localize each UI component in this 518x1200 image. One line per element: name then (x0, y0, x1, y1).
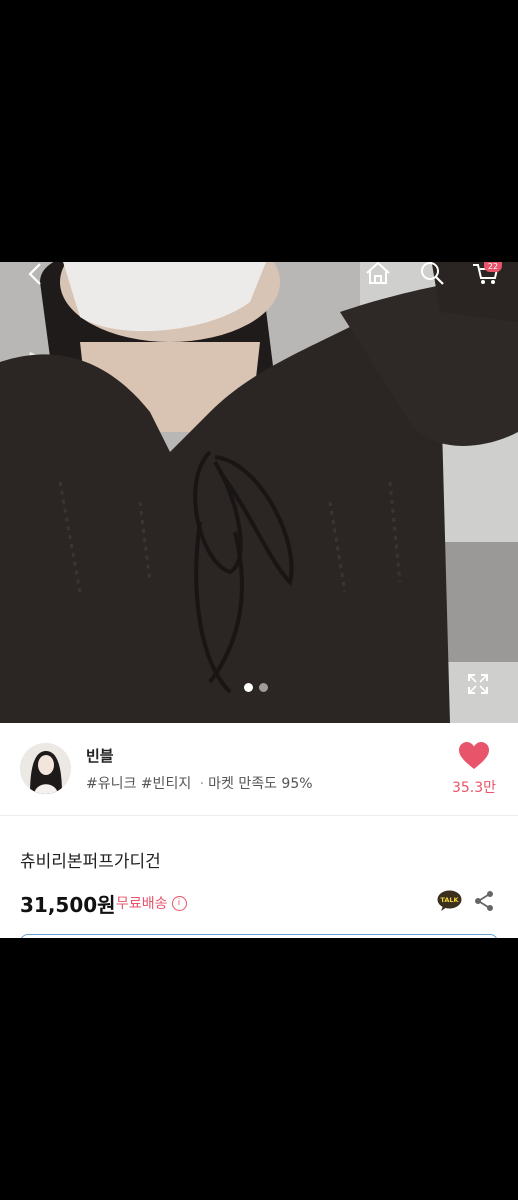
product-title: 츄비리본퍼프가디건 (20, 852, 161, 872)
tag-unique[interactable]: #유니크 (86, 776, 136, 792)
heart-icon (459, 742, 489, 769)
seller-tags: #유니크 #빈티지 · 마켓 만족도 95% (86, 773, 313, 793)
pagination-dot-active[interactable] (244, 683, 253, 692)
home-icon (366, 262, 390, 284)
shipping-info[interactable]: 무료배송 i (116, 893, 187, 913)
market-satisfaction: 마켓 만족도 95% (208, 776, 313, 792)
talk-chat-icon: TALK (437, 890, 462, 911)
seller-name[interactable]: 빈블 (86, 745, 114, 766)
back-button[interactable] (22, 262, 48, 286)
pagination-dot[interactable] (259, 683, 268, 692)
avatar[interactable] (20, 743, 71, 794)
chevron-left-icon (28, 263, 41, 285)
seller-info[interactable]: 빈블 #유니크 #빈티지 · 마켓 만족도 95% 35.3만 (0, 723, 518, 816)
product-screen: 22 빈블 #유니크 #빈티지 · 마켓 만족도 95% 35.3만 츄비리본퍼… (0, 262, 518, 938)
search-icon (421, 262, 444, 285)
talk-button[interactable]: TALK (437, 890, 462, 912)
action-button-partial[interactable] (20, 934, 498, 938)
separator: · (199, 776, 205, 792)
top-navigation-bar: 22 (0, 262, 518, 286)
tag-vintage[interactable]: #빈티지 (141, 776, 191, 792)
share-button[interactable] (473, 890, 495, 912)
product-image (0, 262, 518, 723)
seller-avatar-image (20, 743, 71, 794)
search-button[interactable] (418, 262, 446, 286)
expand-button[interactable] (466, 672, 490, 696)
like-count: 35.3만 (451, 780, 497, 796)
product-price: 31,500원 (20, 893, 116, 917)
home-button[interactable] (364, 262, 392, 286)
talk-label: TALK (440, 896, 459, 904)
product-photo[interactable]: 22 (0, 262, 518, 723)
info-icon[interactable]: i (171, 895, 187, 911)
like-button[interactable] (458, 741, 490, 771)
share-icon (475, 891, 493, 911)
cart-count-badge: 22 (484, 262, 502, 272)
shipping-label: 무료배송 (116, 896, 168, 912)
expand-icon (468, 674, 488, 694)
image-pagination (244, 683, 268, 692)
